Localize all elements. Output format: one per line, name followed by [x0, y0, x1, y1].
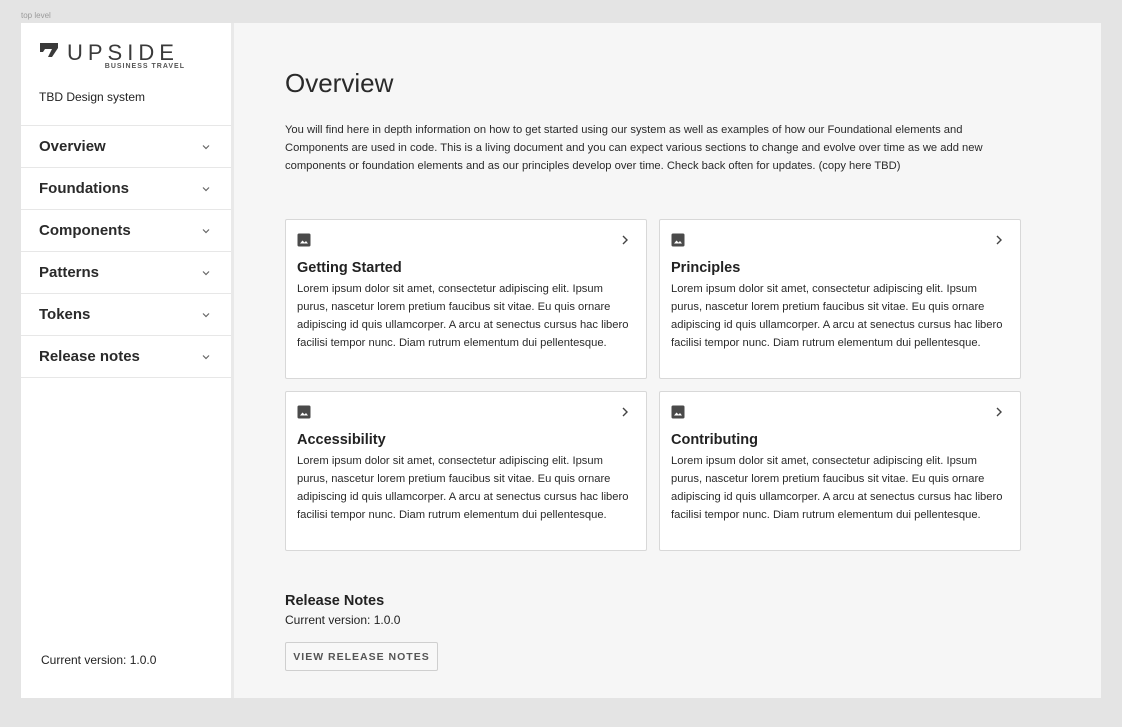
card-body: Lorem ipsum dolor sit amet, consectetur …	[297, 283, 629, 349]
card-principles[interactable]: Principles Lorem ipsum dolor sit amet, c…	[659, 219, 1021, 379]
sidebar-item-label: Overview	[39, 138, 106, 155]
sidebar-nav: Overview Foundations Components Patterns…	[21, 126, 231, 378]
sidebar-item-release-notes[interactable]: Release notes	[21, 336, 231, 378]
design-system-name: TBD Design system	[39, 90, 146, 104]
chevron-down-icon	[202, 270, 210, 275]
upside-logo[interactable]: UPSIDE BUSINESS TRAVEL	[39, 40, 189, 72]
chevron-right-icon	[996, 235, 1002, 245]
card-title: Contributing	[671, 432, 758, 448]
chevron-down-icon	[202, 312, 210, 317]
sidebar-current-version: Current version: 1.0.0	[41, 653, 157, 667]
sidebar-item-label: Components	[39, 222, 131, 239]
image-icon	[297, 405, 311, 419]
chevron-right-icon	[622, 235, 628, 245]
card-accessibility[interactable]: Accessibility Lorem ipsum dolor sit amet…	[285, 391, 647, 551]
page-title: Overview	[285, 68, 394, 98]
sidebar-item-overview[interactable]: Overview	[21, 126, 231, 168]
frame-label: top level	[21, 11, 51, 20]
upside-logo-mark-icon	[40, 43, 58, 57]
card-body: Lorem ipsum dolor sit amet, consectetur …	[297, 455, 629, 521]
chevron-down-icon	[202, 144, 210, 149]
card-title: Accessibility	[297, 432, 386, 448]
view-release-notes-button[interactable]: VIEW RELEASE NOTES	[285, 642, 438, 671]
chevron-right-icon	[996, 407, 1002, 417]
brand-header: UPSIDE BUSINESS TRAVEL TBD Design system	[21, 23, 231, 126]
intro-text: You will find here in depth information …	[285, 124, 983, 172]
sidebar-item-label: Patterns	[39, 264, 100, 281]
card-contributing[interactable]: Contributing Lorem ipsum dolor sit amet,…	[659, 391, 1021, 551]
card-getting-started[interactable]: Getting Started Lorem ipsum dolor sit am…	[285, 219, 647, 379]
sidebar-item-label: Tokens	[39, 306, 91, 323]
chevron-down-icon	[202, 228, 210, 233]
chevron-right-icon	[622, 407, 628, 417]
chevron-down-icon	[202, 354, 210, 359]
release-notes-version: Current version: 1.0.0	[285, 613, 401, 627]
chevron-down-icon	[202, 186, 210, 191]
image-icon	[671, 405, 685, 419]
card-title: Principles	[671, 260, 741, 276]
card-title: Getting Started	[297, 260, 402, 276]
sidebar-item-patterns[interactable]: Patterns	[21, 252, 231, 294]
sidebar-item-label: Release notes	[39, 348, 140, 365]
sidebar-item-tokens[interactable]: Tokens	[21, 294, 231, 336]
overview-cards: Getting Started Lorem ipsum dolor sit am…	[285, 219, 1021, 551]
image-icon	[297, 233, 311, 247]
logo-subtitle: BUSINESS TRAVEL	[104, 63, 185, 70]
image-icon	[671, 233, 685, 247]
main-content: Overview You will find here in depth inf…	[234, 23, 1101, 698]
sidebar-item-components[interactable]: Components	[21, 210, 231, 252]
app-frame: UPSIDE BUSINESS TRAVEL TBD Design system…	[21, 23, 1101, 698]
release-notes-title: Release Notes	[285, 593, 385, 609]
sidebar-item-foundations[interactable]: Foundations	[21, 168, 231, 210]
card-body: Lorem ipsum dolor sit amet, consectetur …	[671, 455, 1003, 521]
sidebar: UPSIDE BUSINESS TRAVEL TBD Design system…	[21, 23, 234, 698]
sidebar-item-label: Foundations	[39, 180, 129, 197]
card-body: Lorem ipsum dolor sit amet, consectetur …	[671, 283, 1003, 349]
